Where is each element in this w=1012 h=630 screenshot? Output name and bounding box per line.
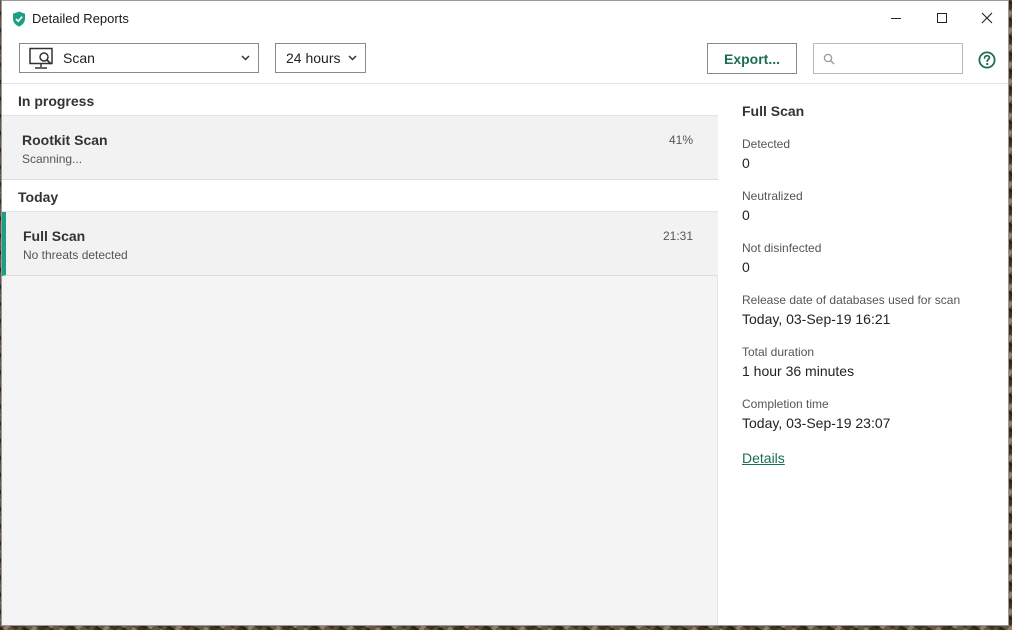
- report-row-rootkit-scan[interactable]: Rootkit Scan Scanning... 41%: [2, 116, 718, 180]
- report-status: Scanning...: [22, 152, 83, 166]
- detailed-reports-window: Detailed Reports Scan 24 hours Export...…: [1, 0, 1009, 626]
- not-disinfected-value: 0: [742, 259, 750, 275]
- report-progress: 41%: [668, 133, 693, 147]
- report-row-full-scan[interactable]: Full Scan No threats detected 21:31: [2, 212, 718, 276]
- report-list: In progress Rootkit Scan Scanning... 41%…: [2, 84, 718, 625]
- total-duration-label: Total duration: [742, 345, 815, 359]
- toolbar: Scan 24 hours Export...: [2, 35, 1008, 84]
- report-status: No threats detected: [23, 248, 128, 262]
- search-box[interactable]: [813, 43, 963, 74]
- completion-time-label: Completion time: [742, 397, 829, 411]
- details-title: Full Scan: [742, 103, 805, 119]
- report-details-pane: Full Scan Detected 0 Neutralized 0 Not d…: [718, 84, 1008, 625]
- period-select-value: 24 hours: [286, 50, 341, 66]
- report-time: 21:31: [662, 229, 693, 243]
- maximize-icon: [937, 13, 947, 23]
- close-icon: [981, 12, 993, 24]
- close-button[interactable]: [964, 1, 1008, 35]
- detected-label: Detected: [742, 137, 791, 151]
- report-title: Full Scan: [23, 228, 86, 244]
- completion-time-value: Today, 03-Sep-19 23:07: [742, 415, 891, 431]
- shield-check-icon: [13, 11, 25, 27]
- chevron-down-icon: [241, 55, 250, 61]
- database-release-label: Release date of databases used for scan: [742, 293, 961, 307]
- section-header-in-progress: In progress: [2, 84, 718, 116]
- monitor-search-icon: [29, 47, 53, 69]
- section-header-today: Today: [2, 180, 718, 212]
- period-select[interactable]: 24 hours: [275, 43, 366, 73]
- search-input[interactable]: [842, 48, 962, 70]
- component-select-value: Scan: [63, 50, 95, 66]
- neutralized-value: 0: [742, 207, 750, 223]
- report-title: Rootkit Scan: [22, 132, 108, 148]
- component-select[interactable]: Scan: [19, 43, 259, 73]
- minimize-icon: [891, 18, 901, 19]
- neutralized-label: Neutralized: [742, 189, 803, 203]
- help-icon[interactable]: [978, 51, 996, 69]
- export-button[interactable]: Export...: [707, 43, 797, 74]
- database-release-value: Today, 03-Sep-19 16:21: [742, 311, 891, 327]
- window-title: Detailed Reports: [32, 11, 129, 26]
- detected-value: 0: [742, 155, 750, 171]
- minimize-button[interactable]: [873, 1, 919, 35]
- search-icon: [823, 53, 835, 65]
- total-duration-value: 1 hour 36 minutes: [742, 363, 855, 379]
- title-bar[interactable]: Detailed Reports: [2, 1, 1008, 35]
- chevron-down-icon: [348, 55, 357, 61]
- maximize-button[interactable]: [919, 1, 965, 35]
- details-link[interactable]: Details: [742, 450, 785, 466]
- not-disinfected-label: Not disinfected: [742, 241, 822, 255]
